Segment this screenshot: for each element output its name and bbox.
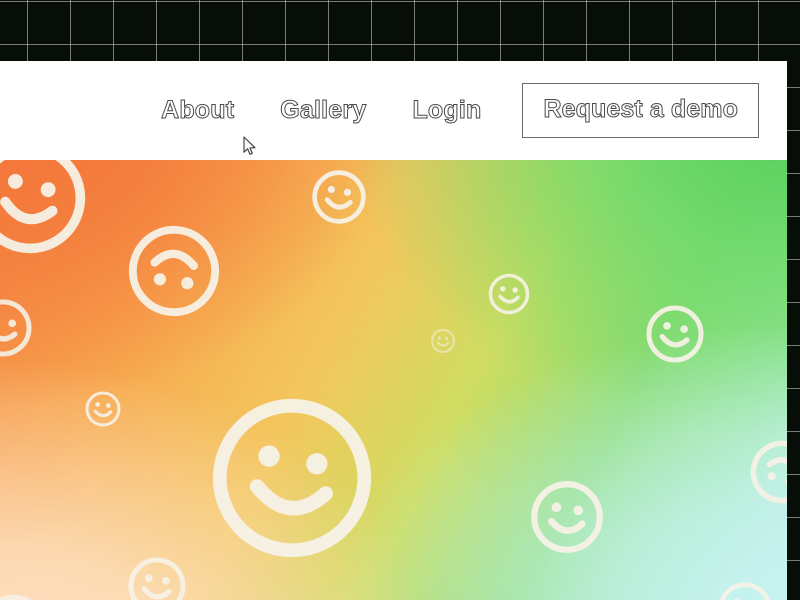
request-demo-button[interactable]: Request a demo xyxy=(522,83,759,138)
screen-root: About Gallery Login Request a demo xyxy=(0,0,800,600)
site-header: About Gallery Login Request a demo xyxy=(0,61,787,160)
nav-link-gallery[interactable]: Gallery xyxy=(257,97,389,123)
hero-section xyxy=(0,160,787,600)
hero-gradient-background xyxy=(0,160,787,600)
request-demo-label: Request a demo xyxy=(543,95,738,123)
nav-link-about[interactable]: About xyxy=(138,97,257,123)
main-navigation: About Gallery Login Request a demo xyxy=(138,61,759,160)
web-page: About Gallery Login Request a demo xyxy=(0,61,787,600)
nav-link-login[interactable]: Login xyxy=(389,97,504,123)
